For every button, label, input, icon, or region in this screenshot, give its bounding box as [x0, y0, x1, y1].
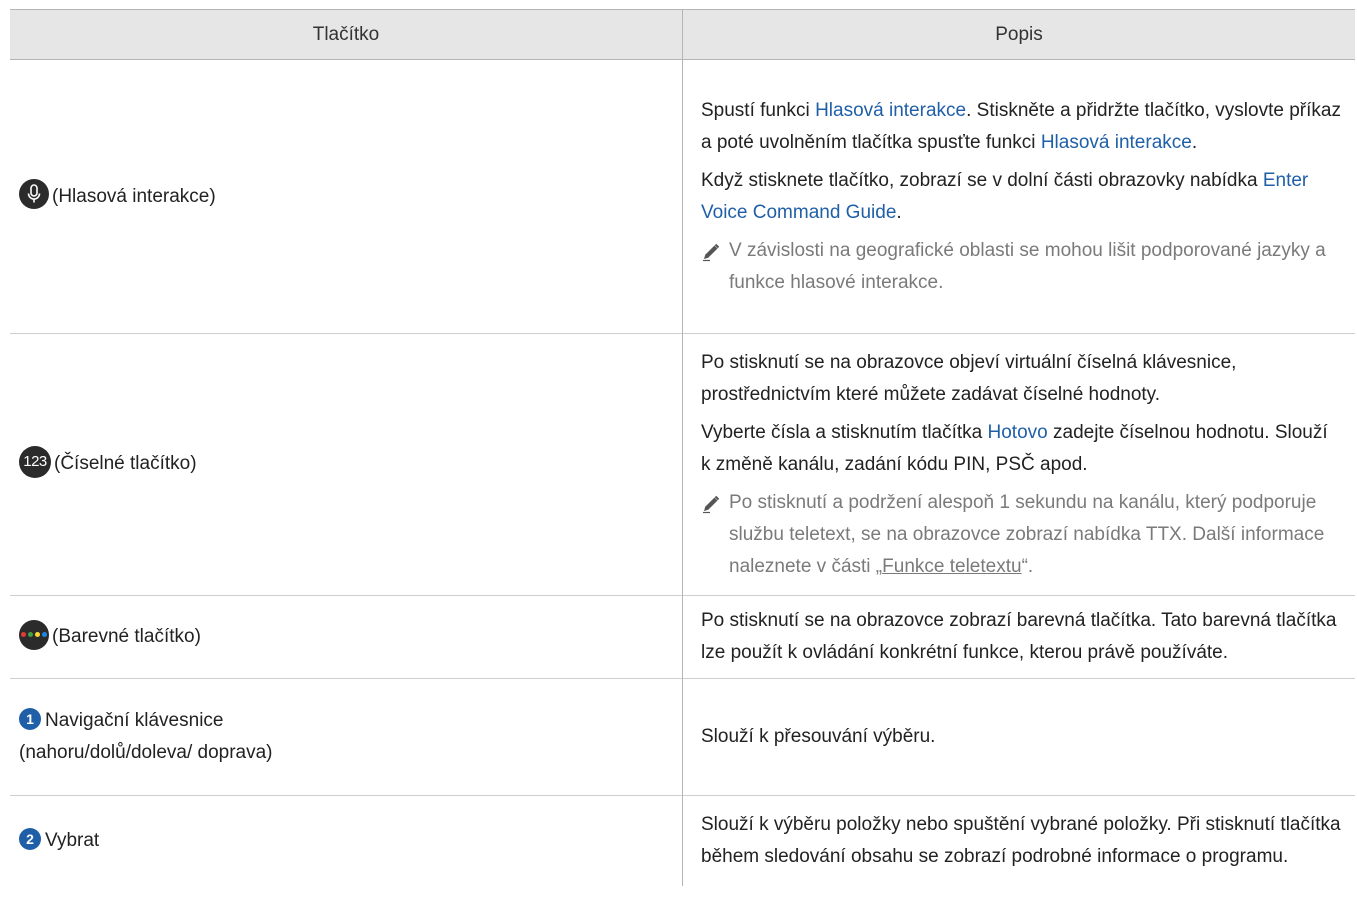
text: Vyberte čísla a stisknutím tlačítka: [701, 421, 988, 443]
description-paragraph: Vyberte čísla a stisknutím tlačítka Hoto…: [701, 417, 1341, 481]
description-cell: Po stisknutí se na obrazovce objeví virt…: [683, 334, 1356, 596]
voice-interaction-link[interactable]: Hlasová interakce: [815, 100, 966, 121]
number-badge: 2: [19, 827, 41, 850]
table-row: (Barevné tlačítko) Po stisknutí se na ob…: [10, 595, 1356, 679]
teletext-functions-link[interactable]: Funkce teletextu: [882, 556, 1021, 577]
note-text: V závislosti na geografické oblasti se m…: [729, 239, 1326, 293]
column-header-button: Tlačítko: [10, 9, 683, 60]
description-cell: Slouží k přesouvání výběru.: [683, 679, 1356, 796]
yellow-dot: [35, 632, 40, 638]
pencil-icon: [701, 241, 723, 273]
text: .: [896, 201, 902, 223]
table-row: (Hlasová interakce) Spustí funkci Hlasov…: [10, 59, 1356, 334]
description-paragraph: Po stisknutí se na obrazovce zobrazí bar…: [701, 610, 1337, 663]
button-label: Navigační klávesnice (nahoru/dolů/doleva…: [19, 710, 273, 763]
table-row: 1 Navigační klávesnice (nahoru/dolů/dolev…: [10, 678, 1356, 796]
text: Spustí funkci: [701, 99, 816, 121]
text: “.: [1021, 555, 1034, 577]
red-dot: [21, 632, 26, 638]
text: .: [1191, 131, 1198, 153]
button-label: (Číselné tlačítko): [54, 453, 197, 475]
done-link[interactable]: Hotovo: [988, 422, 1048, 443]
table-row: 123 (Číselné tlačítko) Po stisknutí se na…: [10, 333, 1356, 596]
button-cell: 1 Navigační klávesnice (nahoru/dolů/dolev…: [10, 678, 683, 796]
voice-interaction-link[interactable]: Hlasová interakce: [1041, 132, 1192, 153]
table-row: 2 Vybrat Slouží k výběru položky nebo spu…: [10, 795, 1356, 886]
description-cell: Po stisknutí se na obrazovce zobrazí bar…: [683, 596, 1356, 679]
button-label: (Barevné tlačítko): [52, 626, 201, 647]
microphone-icon: [19, 179, 49, 210]
button-cell: (Hlasová interakce): [10, 59, 683, 334]
button-cell: 2 Vybrat: [10, 795, 683, 886]
number-badge: 1: [19, 707, 41, 730]
note: Po stisknutí a podržení alespoň 1 sekund…: [701, 487, 1341, 583]
note-text: Po stisknutí a podržení alespoň 1 sekund…: [729, 487, 1341, 583]
numeric-button-icon: 123: [19, 446, 51, 479]
description-cell: Spustí funkci Hlasová interakce. Stiskně…: [683, 60, 1356, 334]
button-label-wrap: 1 Navigační klávesnice (nahoru/dolů/dolev…: [19, 705, 309, 769]
description-paragraph: Po stisknutí se na obrazovce objeví virt…: [701, 351, 1237, 405]
note: V závislosti na geografické oblasti se m…: [701, 235, 1341, 299]
pencil-icon: [701, 493, 723, 525]
green-dot: [28, 632, 33, 638]
color-buttons-icon: [19, 619, 49, 650]
description-cell: Slouží k výběru položky nebo spuštění vy…: [683, 796, 1356, 886]
text: Když stisknete tlačítko, zobrazí se v do…: [701, 169, 1263, 191]
description-paragraph: Když stisknete tlačítko, zobrazí se v do…: [701, 165, 1341, 229]
description-paragraph: Slouží k přesouvání výběru.: [701, 726, 936, 747]
column-header-description: Popis: [682, 9, 1355, 60]
button-label: (Hlasová interakce): [52, 185, 216, 207]
button-cell: 123 (Číselné tlačítko): [10, 333, 683, 596]
description-paragraph: Spustí funkci Hlasová interakce. Stiskně…: [701, 95, 1341, 159]
description-paragraph: Slouží k výběru položky nebo spuštění vy…: [701, 813, 1341, 867]
button-description-table: Tlačítko Popis (Hlasová interakce) Spust…: [10, 9, 1355, 886]
button-description-table-container: Tlačítko Popis (Hlasová interakce) Spust…: [10, 9, 1355, 886]
blue-dot: [42, 632, 47, 638]
table-header-row: Tlačítko Popis: [10, 9, 1355, 60]
button-cell: (Barevné tlačítko): [10, 595, 683, 679]
button-label: Vybrat: [45, 829, 100, 851]
